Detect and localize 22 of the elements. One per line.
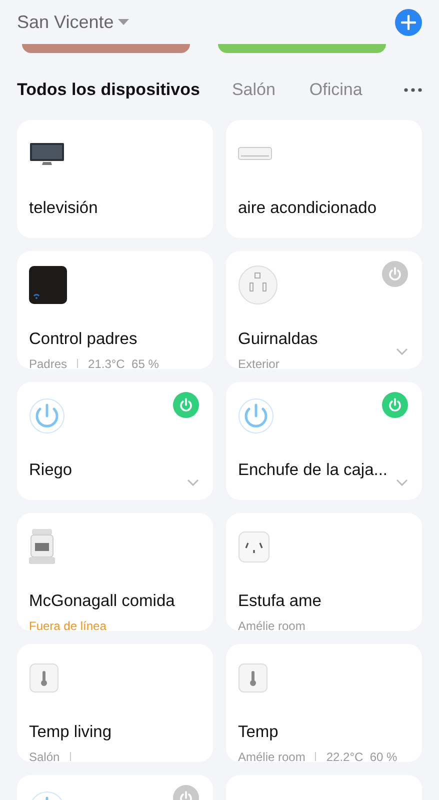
device-card[interactable]: Temp Amélie room 22.2°C 60 % xyxy=(226,644,422,762)
device-name: Temp living xyxy=(29,722,112,743)
device-name: Enchufe de la caja... xyxy=(238,460,388,481)
device-name: televisión xyxy=(29,198,98,219)
device-card[interactable]: aire acondicionado xyxy=(226,120,422,238)
device-name: Control padres xyxy=(29,329,138,350)
device-card[interactable]: Enchufe de la caja... xyxy=(226,382,422,500)
device-card[interactable]: Guirnaldas Exterior xyxy=(226,251,422,369)
device-name: Guirnaldas xyxy=(238,329,318,350)
device-card[interactable]: Estufa ame Amélie room xyxy=(226,513,422,631)
device-card[interactable]: McGonagall comida Fuera de línea xyxy=(17,513,213,631)
device-name: McGonagall comida xyxy=(29,591,175,612)
device-card[interactable]: televisión xyxy=(17,120,213,238)
device-card[interactable]: Temp living Salón xyxy=(17,644,213,762)
home-title[interactable]: San Vicente xyxy=(17,8,114,36)
device-name: Estufa ame xyxy=(238,591,322,612)
device-card[interactable]: Control padres Padres 21.3°C 65 % xyxy=(17,251,213,369)
room-tab[interactable]: Todos los dispositivos xyxy=(17,77,200,103)
device-name: aire acondicionado xyxy=(238,198,377,219)
device-card[interactable]: Riego xyxy=(17,382,213,500)
device-name: Temp xyxy=(238,722,278,743)
device-name: Riego xyxy=(29,460,72,481)
